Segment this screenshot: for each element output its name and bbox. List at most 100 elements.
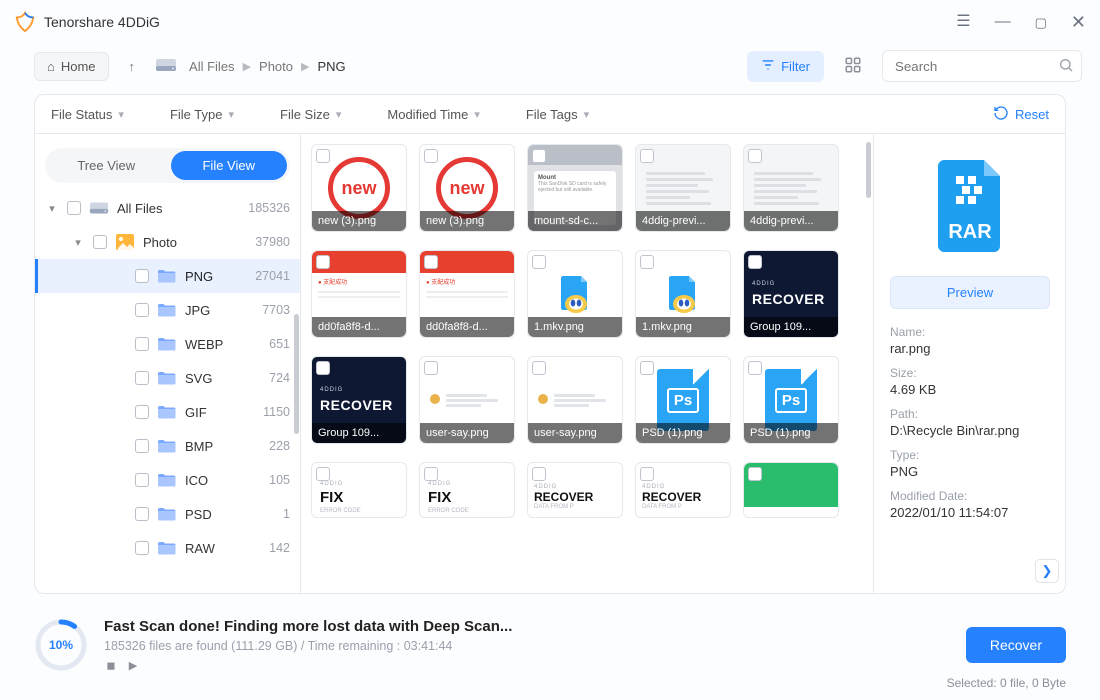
checkbox[interactable] (135, 405, 149, 419)
file-view-tab[interactable]: File View (171, 151, 288, 180)
checkbox[interactable] (532, 361, 546, 375)
file-thumbnail[interactable]: 1.mkv.png (527, 250, 623, 338)
tree-all-files[interactable]: ▾ All Files 185326 (35, 191, 300, 225)
checkbox[interactable] (135, 337, 149, 351)
tree-view-tab[interactable]: Tree View (48, 151, 165, 180)
minimize-icon[interactable]: — (995, 14, 1011, 30)
file-thumbnail[interactable]: 4DDIGRECOVERDATA FROM P (527, 462, 623, 518)
filter-file-size[interactable]: File Size (280, 107, 341, 122)
checkbox[interactable] (135, 473, 149, 487)
file-thumbnail[interactable]: PsPSD (1).png (743, 356, 839, 444)
checkbox[interactable] (748, 149, 762, 163)
checkbox[interactable] (424, 467, 438, 481)
tree-item-jpg[interactable]: JPG7703 (35, 293, 300, 327)
home-button[interactable]: ⌂ Home (34, 52, 109, 81)
search-icon[interactable] (1058, 57, 1074, 76)
checkbox[interactable] (316, 361, 330, 375)
search-input[interactable] (882, 50, 1082, 82)
file-thumbnail[interactable]: 4DDIGRECOVERDATA FROM P (635, 462, 731, 518)
tree-item-ico[interactable]: ICO105 (35, 463, 300, 497)
checkbox[interactable] (640, 149, 654, 163)
file-thumbnail[interactable]: newnew (3).png (419, 144, 515, 232)
crumb-photo[interactable]: Photo (259, 59, 293, 74)
file-thumbnail[interactable]: 1.mkv.png (635, 250, 731, 338)
checkbox[interactable] (424, 361, 438, 375)
crumb-all-files[interactable]: All Files (189, 59, 235, 74)
tree-item-psd[interactable]: PSD1 (35, 497, 300, 531)
file-thumbnail[interactable]: 4ddig-previ... (635, 144, 731, 232)
close-icon[interactable]: ✕ (1071, 13, 1086, 31)
checkbox[interactable] (135, 303, 149, 317)
stop-button[interactable]: ◼ (104, 659, 118, 673)
tree-item-svg[interactable]: SVG724 (35, 361, 300, 395)
crumb-png[interactable]: PNG (317, 59, 345, 74)
filter-button[interactable]: Filter (747, 51, 824, 82)
file-thumbnail[interactable]: 4DDIGFIXERROR CODE (311, 462, 407, 518)
file-thumbnail[interactable]: MountThis SanDisk SD card is safely ejec… (527, 144, 623, 232)
file-thumbnail[interactable]: 4DDIGRECOVERGroup 109... (743, 250, 839, 338)
file-thumbnail[interactable]: ● 支配成功dd0fa8f8-d... (311, 250, 407, 338)
file-thumbnail[interactable]: 4DDIGRECOVERGroup 109... (311, 356, 407, 444)
checkbox[interactable] (316, 467, 330, 481)
checkbox[interactable] (640, 467, 654, 481)
checkbox[interactable] (135, 541, 149, 555)
next-button[interactable]: ❯ (1035, 559, 1059, 583)
up-button[interactable]: ↑ (121, 53, 144, 80)
checkbox[interactable] (748, 467, 762, 481)
tree-item-bmp[interactable]: BMP228 (35, 429, 300, 463)
checkbox[interactable] (640, 361, 654, 375)
checkbox[interactable] (424, 255, 438, 269)
filter-modified-time[interactable]: Modified Time (387, 107, 479, 122)
file-thumbnail[interactable]: PsPSD (1).png (635, 356, 731, 444)
play-button[interactable]: ▶ (126, 659, 140, 673)
checkbox[interactable] (532, 149, 546, 163)
file-thumbnail[interactable]: user-say.png (527, 356, 623, 444)
tree-item-raw[interactable]: RAW142 (35, 531, 300, 565)
checkbox[interactable] (532, 255, 546, 269)
scrollbar[interactable] (294, 314, 299, 434)
filter-file-type[interactable]: File Type (170, 107, 234, 122)
tree-photo[interactable]: ▾ Photo 37980 (35, 225, 300, 259)
checkbox[interactable] (640, 255, 654, 269)
file-thumbnail[interactable]: newnew (3).png (311, 144, 407, 232)
filter-file-status[interactable]: File Status (51, 107, 124, 122)
menu-icon[interactable]: ☰ (956, 14, 970, 30)
checkbox[interactable] (93, 235, 107, 249)
reset-icon (993, 105, 1009, 124)
checkbox[interactable] (135, 439, 149, 453)
file-thumbnail[interactable]: 4ddig-previ... (743, 144, 839, 232)
checkbox[interactable] (748, 361, 762, 375)
checkbox[interactable] (316, 255, 330, 269)
expand-icon[interactable]: ▾ (71, 236, 85, 249)
meta-size-value: 4.69 KB (890, 382, 1049, 397)
checkbox[interactable] (424, 149, 438, 163)
tree-item-webp[interactable]: WEBP651 (35, 327, 300, 361)
checkbox[interactable] (135, 371, 149, 385)
footer: 10% Fast Scan done! Finding more lost da… (34, 602, 1066, 688)
thumbnail-caption: 1.mkv.png (528, 317, 622, 337)
checkbox[interactable] (67, 201, 81, 215)
tree-item-gif[interactable]: GIF1150 (35, 395, 300, 429)
disk-icon (89, 199, 109, 217)
file-thumbnail[interactable] (743, 462, 839, 518)
tree-item-png[interactable]: PNG27041 (35, 259, 300, 293)
file-thumbnail[interactable]: user-say.png (419, 356, 515, 444)
file-thumbnail[interactable]: 4DDIGFIXERROR CODE (419, 462, 515, 518)
checkbox[interactable] (135, 507, 149, 521)
thumbnail-caption: new (3).png (312, 211, 406, 231)
filter-file-tags[interactable]: File Tags (526, 107, 589, 122)
reset-button[interactable]: Reset (993, 105, 1049, 124)
recover-button[interactable]: Recover (966, 627, 1066, 663)
meta-modified-label: Modified Date: (890, 489, 1049, 503)
checkbox[interactable] (748, 255, 762, 269)
expand-icon[interactable]: ▾ (45, 202, 59, 215)
view-grid-toggle[interactable] (836, 50, 870, 83)
tree-count: 228 (269, 439, 290, 453)
preview-button[interactable]: Preview (890, 276, 1050, 309)
checkbox[interactable] (532, 467, 546, 481)
maximize-icon[interactable]: ▢ (1035, 16, 1047, 29)
checkbox[interactable] (316, 149, 330, 163)
scrollbar[interactable] (866, 142, 871, 198)
file-thumbnail[interactable]: ● 支配成功dd0fa8f8-d... (419, 250, 515, 338)
checkbox[interactable] (135, 269, 149, 283)
